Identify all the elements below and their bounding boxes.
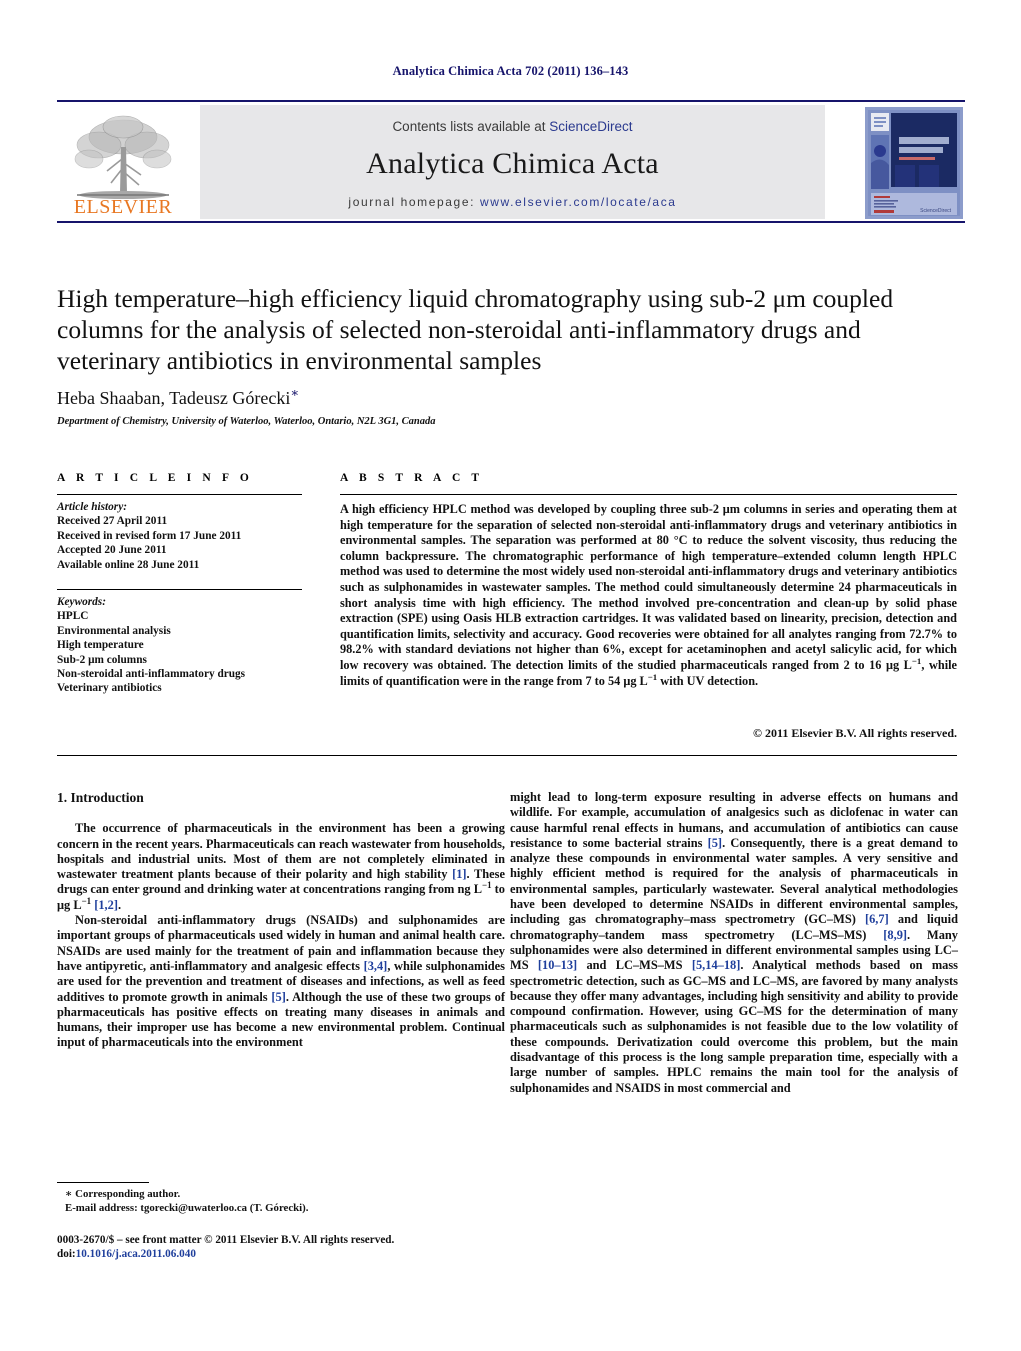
citation-ref[interactable]: [5] [271,990,285,1004]
article-info-rule-top [57,494,302,495]
keyword-item: Veterinary antibiotics [57,682,162,695]
citation-ref[interactable]: [1] [452,867,466,881]
article-title: High temperature–high efficiency liquid … [57,284,894,375]
keyword-item: HPLC [57,610,89,623]
keywords-block: Keywords: HPLC Environmental analysis Hi… [57,595,302,696]
article-info-heading: A R T I C L E I N F O [57,472,253,484]
journal-masthead: ELSEVIER Contents lists available at Sci… [57,100,965,223]
elsevier-tree-logo: ELSEVIER [59,107,187,218]
journal-homepage-line: journal homepage: www.elsevier.com/locat… [200,195,825,209]
keyword-item: Environmental analysis [57,624,171,637]
abstract-copyright: © 2011 Elsevier B.V. All rights reserved… [753,726,957,740]
keyword-item: Non-steroidal anti-inflammatory drugs [57,668,246,681]
issn-front-matter: 0003-2670/$ – see front matter © 2011 El… [57,1234,395,1246]
journal-title: Analytica Chimica Acta [366,147,659,180]
footnote-block: ∗ Corresponding author. E-mail address: … [57,1188,505,1215]
sciencedirect-link[interactable]: ScienceDirect [549,119,632,134]
introduction-heading: 1. Introduction [57,790,144,805]
body-column-right: might lead to long-term exposure resulti… [510,790,958,1096]
citation-ref[interactable]: [10–13] [538,958,577,972]
doi-line: doi:10.1016/j.aca.2011.06.040 [57,1247,527,1261]
abstract-heading: A B S T R A C T [340,472,484,484]
masthead-center-panel: Contents lists available at ScienceDirec… [200,105,825,219]
svg-text:ScienceDirect: ScienceDirect [920,208,951,214]
citation-ref[interactable]: [8,9] [883,928,907,942]
keyword-item: High temperature [57,639,144,652]
citation-ref[interactable]: [6,7] [865,912,889,926]
history-item: Accepted 20 June 2011 [57,544,167,557]
citation-ref[interactable]: [3,4] [364,959,388,973]
running-head: Analytica Chimica Acta 702 (2011) 136–14… [392,64,629,78]
citation-ref[interactable]: [1,2] [94,898,118,912]
homepage-prefix: journal homepage: [348,195,480,209]
history-item: Available online 28 June 2011 [57,558,200,571]
corresponding-author-note: ∗ Corresponding author. [65,1188,181,1200]
article-page: Analytica Chimica Acta 702 (2011) 136–14… [0,0,1021,1351]
doi-link[interactable]: 10.1016/j.aca.2011.06.040 [76,1248,196,1260]
contents-available-line: Contents lists available at ScienceDirec… [200,119,825,134]
intro-paragraph-1: The occurrence of pharmaceuticals in the… [57,821,506,912]
corresponding-author-marker: ∗ [290,385,300,400]
history-item: Received in revised form 17 June 2011 [57,529,242,542]
author-names: Heba Shaaban, Tadeusz Górecki [57,388,291,408]
email-note: E-mail address: tgorecki@uwaterloo.ca (T… [65,1201,309,1214]
journal-homepage-link[interactable]: www.elsevier.com/locate/aca [480,195,677,209]
keywords-label: Keywords: [57,596,106,608]
article-history-label: Article history: [57,501,127,513]
imprint-block: 0003-2670/$ – see front matter © 2011 El… [57,1233,527,1262]
abstract-rule [340,494,957,495]
citation-ref[interactable]: [5] [708,836,722,850]
affiliation: Department of Chemistry, University of W… [57,416,436,427]
intro-paragraph-2: Non-steroidal anti-inflammatory drugs (N… [57,913,505,1050]
citation-ref[interactable]: [5,14–18] [692,958,741,972]
doi-label: doi: [57,1248,76,1261]
abstract-text: A high efficiency HPLC method was develo… [340,502,957,688]
author-list: Heba Shaaban, Tadeusz Górecki∗ [57,385,957,409]
keyword-item: Sub-2 μm columns [57,653,147,666]
footnote-rule [57,1182,149,1183]
contents-prefix: Contents lists available at [392,119,550,134]
article-history: Article history: Received 27 April 2011 … [57,500,302,572]
history-item: Received 27 April 2011 [57,515,168,528]
journal-cover-thumbnail: ScienceDirect [865,107,963,219]
intro-paragraph-3: might lead to long-term exposure resulti… [510,790,959,1095]
article-info-rule-mid [57,589,302,590]
body-column-left: 1. Introduction The occurrence of pharma… [57,790,505,1051]
abstract-bottom-rule [57,755,957,756]
elsevier-wordmark: ELSEVIER [74,196,173,217]
